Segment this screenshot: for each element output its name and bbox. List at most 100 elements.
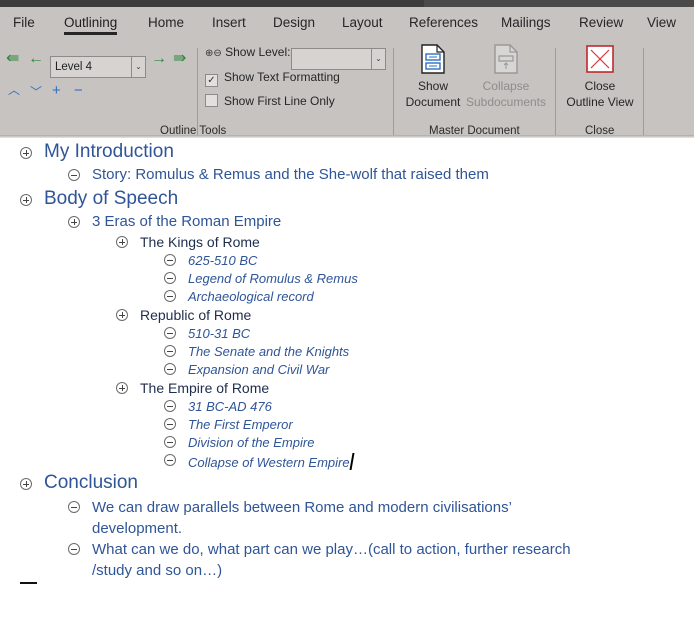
outline-text: Body of Speech — [44, 188, 179, 209]
outline-text: The Kings of Rome — [140, 234, 260, 250]
outline-level-dropdown[interactable]: Level 4 ⌄ — [50, 56, 146, 78]
show-text-formatting-checkbox[interactable]: ✓ Show Text Formatting — [205, 70, 340, 87]
tab-layout[interactable]: Layout — [342, 15, 383, 30]
outline-text: The Senate and the Knights — [188, 344, 350, 359]
outline-text: Conclusion — [44, 472, 138, 493]
tab-mailings[interactable]: Mailings — [501, 15, 551, 30]
promote-button[interactable]: ← — [28, 51, 44, 67]
collapse-symbol-icon[interactable] — [164, 400, 176, 412]
outline-text: 31 BC-AD 476 — [188, 399, 272, 414]
collapse-subdocuments-button[interactable]: Collapse Subdocuments — [464, 44, 548, 110]
outline-item-heading4[interactable]: Expansion and Civil War — [164, 362, 329, 377]
outline-item-heading2[interactable]: We can draw parallels between Rome and m… — [68, 497, 512, 539]
outline-text: Archaeological record — [188, 289, 314, 304]
tab-file[interactable]: File — [13, 15, 35, 30]
outline-text: Story: Romulus & Remus and the She-wolf … — [92, 166, 489, 183]
show-document-button[interactable]: Show Document — [400, 44, 466, 110]
collapse-symbol-icon[interactable] — [164, 254, 176, 266]
promote-to-heading-1-button[interactable]: ⇚ — [6, 51, 19, 67]
collapse-subdocuments-icon — [494, 44, 518, 74]
outline-text: The Empire of Rome — [140, 380, 270, 396]
chevron-down-icon[interactable]: ⌄ — [371, 49, 385, 69]
outline-text-continuation: /study and so on…) — [92, 562, 223, 579]
outline-item-heading3[interactable]: The Kings of Rome — [116, 234, 260, 250]
show-document-icon — [421, 44, 445, 74]
minus-icon: − — [74, 82, 83, 99]
outline-item-heading4[interactable]: 625-510 BC — [164, 253, 257, 268]
expand-symbol-icon[interactable] — [116, 236, 128, 248]
left-arrow-icon: ← — [28, 50, 44, 67]
close-outline-view-button[interactable]: Close Outline View — [562, 44, 638, 110]
outline-item-heading2[interactable]: What can we do, what part can we play…(c… — [68, 539, 571, 581]
expand-symbol-icon[interactable] — [20, 194, 32, 206]
double-left-arrow-icon: ⇚ — [6, 50, 20, 67]
outline-item-heading2[interactable]: Story: Romulus & Remus and the She-wolf … — [68, 166, 489, 183]
show-document-label-1: Show — [417, 79, 449, 93]
group-separator — [643, 48, 644, 136]
close-icon — [586, 45, 614, 73]
tab-design[interactable]: Design — [273, 15, 315, 30]
tab-references[interactable]: References — [409, 15, 478, 30]
outline-item-heading4[interactable]: 510-31 BC — [164, 326, 250, 341]
outline-text: Collapse of Western Empire — [188, 455, 350, 470]
collapse-symbol-icon[interactable] — [164, 272, 176, 284]
move-down-button[interactable]: ﹀ — [30, 86, 42, 98]
outline-item-heading4[interactable]: Collapse of Western Empire — [164, 453, 355, 470]
outline-item-heading2[interactable]: 3 Eras of the Roman Empire — [68, 213, 282, 230]
tab-insert[interactable]: Insert — [212, 15, 246, 30]
outline-item-heading4[interactable]: Archaeological record — [164, 289, 314, 304]
outline-item-heading1[interactable]: My Introduction — [20, 141, 174, 163]
collapse-symbol-icon[interactable] — [164, 290, 176, 302]
expand-symbol-icon[interactable] — [116, 309, 128, 321]
show-level-dropdown[interactable]: ⌄ — [291, 48, 386, 70]
tab-review[interactable]: Review — [579, 15, 623, 30]
collapse-symbol-icon[interactable] — [68, 501, 80, 513]
outline-item-heading4[interactable]: The First Emperor — [164, 417, 293, 432]
outline-item-heading4[interactable]: Division of the Empire — [164, 435, 314, 450]
outline-text: 3 Eras of the Roman Empire — [92, 213, 282, 230]
move-up-button[interactable]: ︿ — [8, 84, 20, 96]
expand-symbol-icon[interactable] — [20, 147, 32, 159]
collapse-symbol-icon[interactable] — [164, 363, 176, 375]
collapse-symbol-icon[interactable] — [164, 436, 176, 448]
outline-text: My Introduction — [44, 141, 174, 162]
collapse-symbol-icon[interactable] — [164, 345, 176, 357]
demote-button[interactable]: → — [151, 51, 167, 67]
end-of-document-mark — [20, 582, 37, 584]
title-bar — [0, 0, 694, 7]
outline-text: What can we do, what part can we play…(c… — [92, 541, 571, 558]
outline-item-heading4[interactable]: 31 BC-AD 476 — [164, 399, 272, 414]
expand-symbol-icon[interactable] — [20, 478, 32, 490]
show-level-row: ⊕⊖ Show Level: — [205, 45, 290, 59]
tab-view[interactable]: View — [647, 15, 676, 30]
outline-item-heading3[interactable]: Republic of Rome — [116, 307, 252, 323]
ribbon-shadow — [0, 135, 694, 138]
tab-outlining[interactable]: Outlining — [64, 15, 118, 35]
outline-text-continuation: development. — [92, 520, 183, 537]
outline-item-heading4[interactable]: The Senate and the Knights — [164, 344, 350, 359]
checkbox-unchecked-icon[interactable] — [205, 94, 218, 107]
expand-symbol-icon[interactable] — [116, 382, 128, 394]
outline-item-heading1[interactable]: Conclusion — [20, 472, 138, 494]
expand-button[interactable]: + — [52, 83, 61, 98]
right-arrow-icon: → — [151, 50, 167, 67]
collapse-symbol-icon[interactable] — [164, 454, 176, 466]
collapse-button[interactable]: − — [74, 83, 83, 98]
outline-text: Republic of Rome — [140, 307, 252, 323]
outline-level-value: Level 4 — [55, 61, 93, 73]
outline-item-heading3[interactable]: The Empire of Rome — [116, 380, 270, 396]
collapse-symbol-icon[interactable] — [68, 543, 80, 555]
tab-home[interactable]: Home — [148, 15, 184, 30]
demote-to-body-text-button[interactable]: ⇛ — [173, 51, 186, 67]
outline-item-heading4[interactable]: Legend of Romulus & Remus — [164, 271, 358, 286]
chevron-down-icon[interactable]: ⌄ — [131, 57, 145, 77]
outline-text: We can draw parallels between Rome and m… — [92, 499, 512, 516]
show-first-line-only-checkbox[interactable]: Show First Line Only — [205, 94, 335, 108]
collapse-symbol-icon[interactable] — [68, 169, 80, 181]
outline-item-heading1[interactable]: Body of Speech — [20, 188, 179, 210]
expand-symbol-icon[interactable] — [68, 216, 80, 228]
title-bar-right — [424, 0, 694, 7]
collapse-symbol-icon[interactable] — [164, 327, 176, 339]
checkbox-checked-icon[interactable]: ✓ — [205, 74, 218, 87]
collapse-symbol-icon[interactable] — [164, 418, 176, 430]
